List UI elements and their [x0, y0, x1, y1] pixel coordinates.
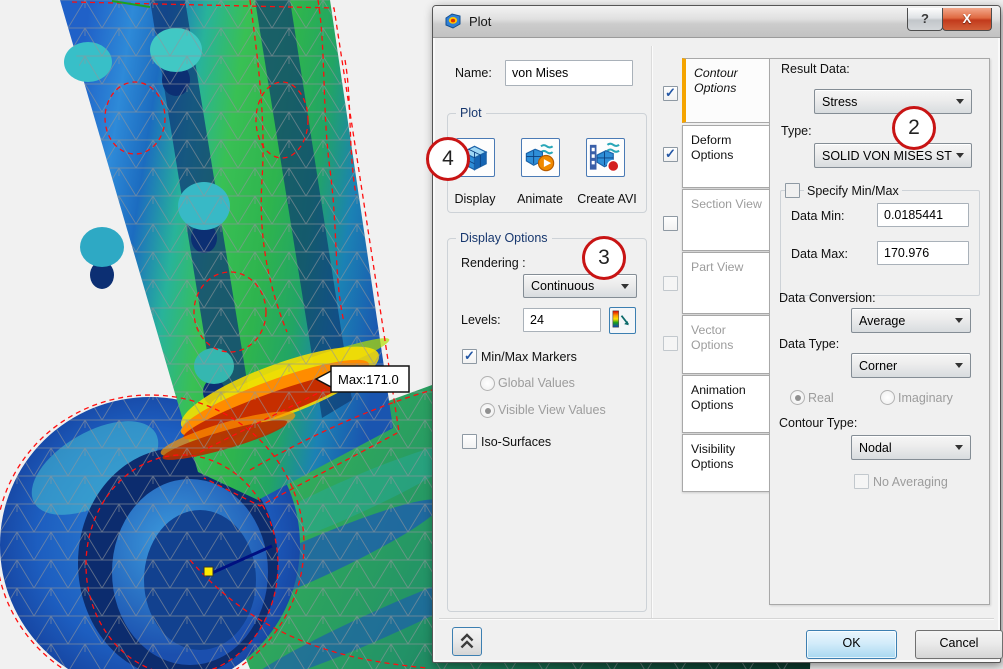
levels-input[interactable] [523, 308, 601, 332]
global-values-label: Global Values [498, 376, 575, 390]
global-values-radio[interactable] [480, 376, 495, 391]
visible-view-values-label: Visible View Values [498, 403, 606, 417]
footer-separator [439, 618, 994, 619]
chevron-down-icon [956, 99, 964, 104]
screenshot-stage: Max:171.0 Plot ? X Name: Plot [0, 0, 1003, 669]
specify-minmax-label: Specify Min/Max [804, 184, 902, 198]
type-label: Type: [781, 124, 812, 138]
close-button[interactable]: X [942, 8, 992, 31]
plot-dialog-icon [445, 13, 461, 29]
callout-2: 2 [892, 106, 936, 150]
help-icon: ? [921, 11, 929, 26]
data-type-label: Data Type: [779, 337, 840, 351]
deform-options-checkbox[interactable] [663, 146, 678, 162]
section-view-checkbox[interactable] [663, 216, 678, 231]
animate-button[interactable] [521, 138, 560, 177]
tab-deform-options[interactable]: Deform Options [682, 125, 770, 188]
animate-icon [525, 144, 555, 172]
contour-palette-icon [612, 310, 629, 328]
chevron-down-icon [955, 363, 963, 368]
vector-options-checkbox[interactable] [663, 336, 678, 351]
callout-4: 4 [426, 137, 470, 181]
create-avi-button[interactable] [586, 138, 625, 177]
name-label: Name: [455, 66, 492, 80]
data-min-label: Data Min: [791, 209, 845, 223]
contour-type-label: Contour Type: [779, 416, 858, 430]
max-marker-label: Max:171.0 [338, 372, 399, 387]
cancel-button[interactable]: Cancel [915, 630, 1003, 659]
real-label: Real [808, 391, 834, 405]
contour-options-checkbox[interactable] [663, 85, 678, 101]
specify-minmax-checkbox[interactable] [785, 183, 800, 198]
chevron-down-icon [955, 318, 963, 323]
imaginary-radio[interactable] [880, 390, 895, 405]
display-button-label: Display [454, 192, 496, 206]
minmax-markers-checkbox[interactable] [462, 348, 477, 364]
data-type-dropdown[interactable]: Corner [851, 353, 971, 378]
tab-animation-options[interactable]: Animation Options [682, 375, 770, 433]
part-view-checkbox[interactable] [663, 276, 678, 291]
collapse-dialog-button[interactable] [452, 627, 482, 656]
tab-visibility-options[interactable]: Visibility Options [682, 434, 770, 492]
iso-surfaces-label: Iso-Surfaces [481, 435, 552, 449]
help-button[interactable]: ? [907, 8, 943, 31]
type-dropdown[interactable]: SOLID VON MISES ST [814, 143, 972, 168]
rendering-label: Rendering : [461, 256, 526, 270]
data-conversion-dropdown[interactable]: Average [851, 308, 971, 333]
no-averaging-label: No Averaging [873, 475, 948, 489]
chevron-down-icon [621, 283, 629, 289]
tab-section-view[interactable]: Section View [682, 189, 770, 251]
levels-label: Levels: [461, 313, 501, 327]
no-averaging-checkbox[interactable] [854, 474, 869, 489]
titlebar[interactable]: Plot ? X [433, 6, 1000, 38]
close-icon: X [962, 11, 972, 26]
column-divider [651, 46, 652, 618]
display-options-title: Display Options [456, 231, 552, 245]
callout-3: 3 [582, 236, 626, 280]
name-input[interactable] [505, 60, 633, 86]
create-avi-button-label: Create AVI [577, 192, 637, 206]
plot-group-title: Plot [456, 106, 486, 120]
chevron-up-double-icon [460, 633, 474, 649]
data-conversion-label: Data Conversion: [779, 291, 876, 305]
result-data-label: Result Data: [781, 62, 850, 76]
rendering-dropdown[interactable]: Continuous [523, 274, 637, 298]
contour-type-dropdown[interactable]: Nodal [851, 435, 971, 460]
contour-palette-button[interactable] [609, 307, 636, 334]
dialog-title: Plot [469, 14, 492, 29]
minmax-markers-label: Min/Max Markers [481, 350, 577, 364]
animate-button-label: Animate [517, 192, 563, 206]
tab-vector-options[interactable]: Vector Options [682, 315, 770, 374]
imaginary-label: Imaginary [898, 391, 953, 405]
chevron-down-icon [955, 445, 963, 450]
data-max-label: Data Max: [791, 247, 848, 261]
data-min-input[interactable] [877, 203, 969, 227]
tab-contour-options[interactable]: Contour Options [682, 58, 776, 123]
ok-button[interactable]: OK [806, 630, 897, 659]
chevron-down-icon [956, 153, 964, 158]
create-avi-icon [589, 142, 620, 173]
data-max-input[interactable] [877, 241, 969, 265]
tab-part-view[interactable]: Part View [682, 252, 770, 314]
real-radio[interactable] [790, 390, 805, 405]
plot-dialog: Plot ? X Name: Plot [432, 5, 1003, 663]
visible-view-values-radio[interactable] [480, 403, 495, 418]
iso-surfaces-checkbox[interactable] [462, 434, 477, 449]
result-data-dropdown[interactable]: Stress [814, 89, 972, 114]
